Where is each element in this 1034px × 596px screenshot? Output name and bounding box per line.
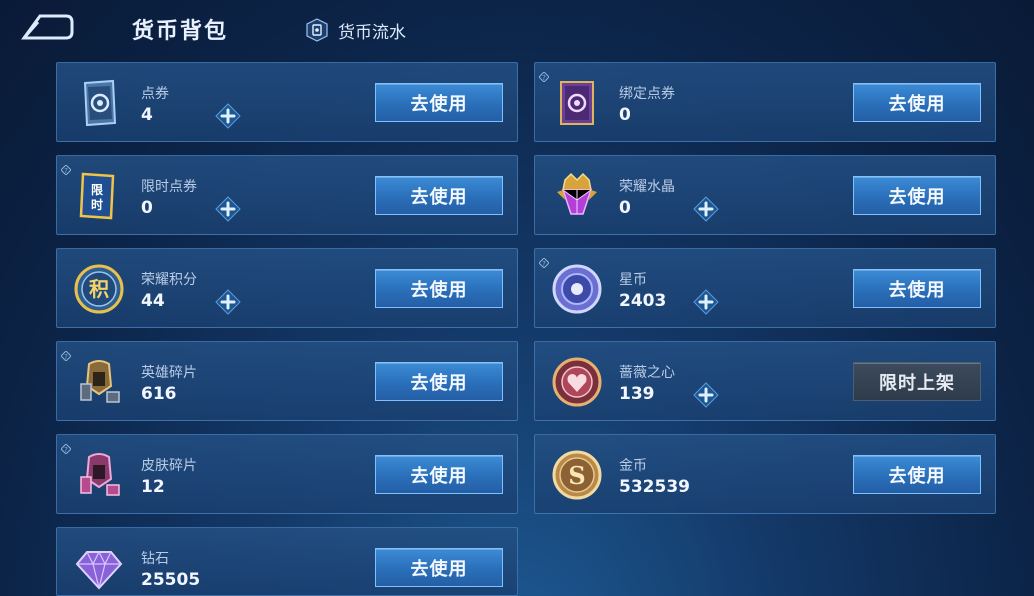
limited-listing-button[interactable]: 限时上架 [853,362,981,401]
currency-name: 绑定点券 [619,86,675,102]
plus-icon [215,289,241,315]
add-currency-button[interactable] [215,196,241,222]
currency-amount: 12 [141,477,165,497]
back-button[interactable] [18,12,74,44]
currency-card-skin-fragment: 皮肤碎片 12 去使用 [56,434,518,514]
currency-card-glory-crystal: 荣耀水晶 0 去使用 [534,155,996,235]
currency-card-rose-heart: 蔷薇之心 139 限时上架 [534,341,996,421]
help-icon[interactable] [539,67,549,77]
currency-amount: 2403 [619,291,667,311]
use-button[interactable]: 去使用 [375,269,503,308]
use-button[interactable]: 去使用 [853,269,981,308]
rose-heart-icon [551,356,603,408]
currency-flow-label: 货币流水 [338,22,406,43]
currency-card-glory-points: 积 荣耀积分 44 去使用 [56,248,518,328]
currency-amount: 0 [619,105,631,125]
add-currency-button[interactable] [693,196,719,222]
currency-amount: 139 [619,384,655,404]
currency-flow-link[interactable]: 货币流水 [306,17,406,43]
bound-ticket-icon [551,77,603,129]
use-button[interactable]: 去使用 [375,176,503,215]
use-button[interactable]: 去使用 [375,455,503,494]
currency-amount: 532539 [619,477,690,497]
add-currency-button[interactable] [693,382,719,408]
back-arrow-icon [21,14,74,40]
currency-name: 英雄碎片 [141,365,197,381]
glory-crystal-icon [551,170,603,222]
currency-name: 荣耀水晶 [619,179,675,195]
currency-card-ticket: 点券 4 去使用 [56,62,518,142]
svg-text:限: 限 [91,182,103,197]
svg-text:积: 积 [89,277,109,301]
help-icon[interactable] [539,253,549,263]
currency-amount: 44 [141,291,165,311]
plus-icon [693,196,719,222]
add-currency-button[interactable] [215,289,241,315]
currency-amount: 0 [141,198,153,218]
use-button[interactable]: 去使用 [375,83,503,122]
diamond-icon [73,542,125,594]
currency-card-hero-fragment: 英雄碎片 616 去使用 [56,341,518,421]
add-currency-button[interactable] [215,103,241,129]
currency-card-gold-coin: S 金币 532539 去使用 [534,434,996,514]
currency-amount: 0 [619,198,631,218]
currency-card-star-coin: 星币 2403 去使用 [534,248,996,328]
help-icon[interactable] [61,439,71,449]
currency-amount: 25505 [141,570,201,590]
top-bar: 货币背包 货币流水 [0,0,1034,58]
svg-text:S: S [568,461,585,490]
use-button[interactable]: 去使用 [853,176,981,215]
currency-name: 点券 [141,86,169,102]
help-icon[interactable] [61,346,71,356]
page-title: 货币背包 [132,19,229,44]
help-icon[interactable] [61,160,71,170]
currency-name: 皮肤碎片 [141,458,197,474]
currency-amount: 4 [141,105,153,125]
add-currency-button[interactable] [693,289,719,315]
currency-name: 荣耀积分 [141,272,197,288]
currency-name: 钻石 [141,551,169,567]
use-button[interactable]: 去使用 [853,455,981,494]
plus-icon [215,103,241,129]
limited-ticket-icon: 限 时 [73,170,125,222]
currency-name: 蔷薇之心 [619,365,675,381]
ticket-icon [73,77,125,129]
use-button[interactable]: 去使用 [853,83,981,122]
use-button[interactable]: 去使用 [375,362,503,401]
svg-text:时: 时 [91,197,103,212]
currency-amount: 616 [141,384,177,404]
gold-coin-icon: S [551,449,603,501]
star-coin-icon [551,263,603,315]
currency-card-limited-ticket: 限 时 限时点券 0 去使用 [56,155,518,235]
currency-card-diamond: 钻石 25505 去使用 [56,527,518,596]
use-button[interactable]: 去使用 [375,548,503,587]
plus-icon [693,382,719,408]
glory-points-icon: 积 [73,263,125,315]
plus-icon [693,289,719,315]
ledger-icon [306,18,328,42]
skin-fragment-icon [73,449,125,501]
currency-name: 金币 [619,458,647,474]
currency-card-bound-ticket: 绑定点券 0 去使用 [534,62,996,142]
hero-fragment-icon [73,356,125,408]
currency-name: 限时点券 [141,179,197,195]
currency-name: 星币 [619,272,647,288]
plus-icon [215,196,241,222]
